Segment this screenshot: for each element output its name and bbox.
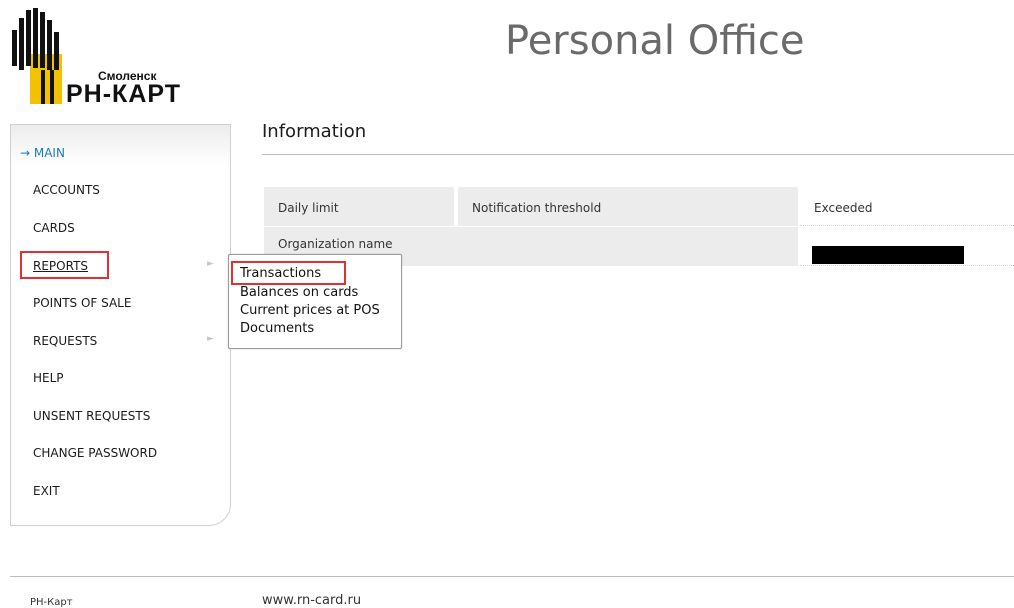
submenu-arrow-icon: ► (207, 334, 214, 344)
sidebar-item-requests[interactable]: REQUESTS ► (11, 328, 230, 354)
section-title: Information (262, 121, 367, 142)
logo-mark-icon (12, 8, 62, 104)
sidebar-item-points-of-sale[interactable]: POINTS OF SALE (11, 290, 230, 316)
submenu-item-balances-on-cards[interactable]: Balances on cards (240, 285, 358, 300)
submenu-item-current-prices-at-pos[interactable]: Current prices at POS (240, 303, 380, 318)
sidebar-item-unsent-requests[interactable]: UNSENT REQUESTS (11, 403, 230, 429)
sidebar-menu: → MAIN ACCOUNTS CARDS REPORTS ► POINTS O… (10, 124, 231, 526)
sidebar-item-exit[interactable]: EXIT (11, 478, 230, 504)
submenu-item-documents[interactable]: Documents (240, 321, 314, 336)
sidebar-item-cards[interactable]: CARDS (11, 215, 230, 241)
sidebar-item-main[interactable]: → MAIN (11, 140, 230, 166)
sidebar-item-label: EXIT (33, 484, 60, 498)
sidebar-item-label: ACCOUNTS (33, 183, 100, 197)
footer-divider (10, 576, 1014, 577)
sidebar-item-label: POINTS OF SALE (33, 296, 132, 310)
sidebar-item-accounts[interactable]: ACCOUNTS (11, 177, 230, 203)
submenu-arrow-icon: ► (207, 259, 214, 269)
reports-highlight-box (20, 251, 109, 279)
section-divider (262, 154, 1014, 155)
daily-limit-header: Daily limit (264, 187, 456, 226)
sidebar-item-label: → MAIN (20, 146, 65, 160)
sidebar-item-help[interactable]: HELP (11, 365, 230, 391)
transactions-highlight-box (231, 261, 346, 285)
sidebar-item-label: REQUESTS (33, 334, 98, 348)
sidebar-item-label: HELP (33, 371, 64, 385)
footer-url-link[interactable]: www.rn-card.ru (262, 593, 361, 608)
footer-brand: РН-Карт (30, 597, 73, 608)
sidebar-item-label: CARDS (33, 221, 75, 235)
sidebar-item-label: CHANGE PASSWORD (33, 446, 158, 460)
exceeded-header: Exceeded (800, 187, 1014, 226)
table-row: Daily limit Notification threshold Excee… (264, 187, 1014, 227)
sidebar-item-label: UNSENT REQUESTS (33, 409, 151, 423)
brand-logo: Смоленск РН-КАРТ (8, 8, 228, 108)
page-title: Personal Office (505, 18, 805, 64)
sidebar-item-change-password[interactable]: CHANGE PASSWORD (11, 440, 230, 466)
notification-threshold-header: Notification threshold (458, 187, 798, 226)
logo-brand-text: РН-КАРТ (66, 80, 181, 108)
redacted-organization-name (812, 246, 964, 264)
